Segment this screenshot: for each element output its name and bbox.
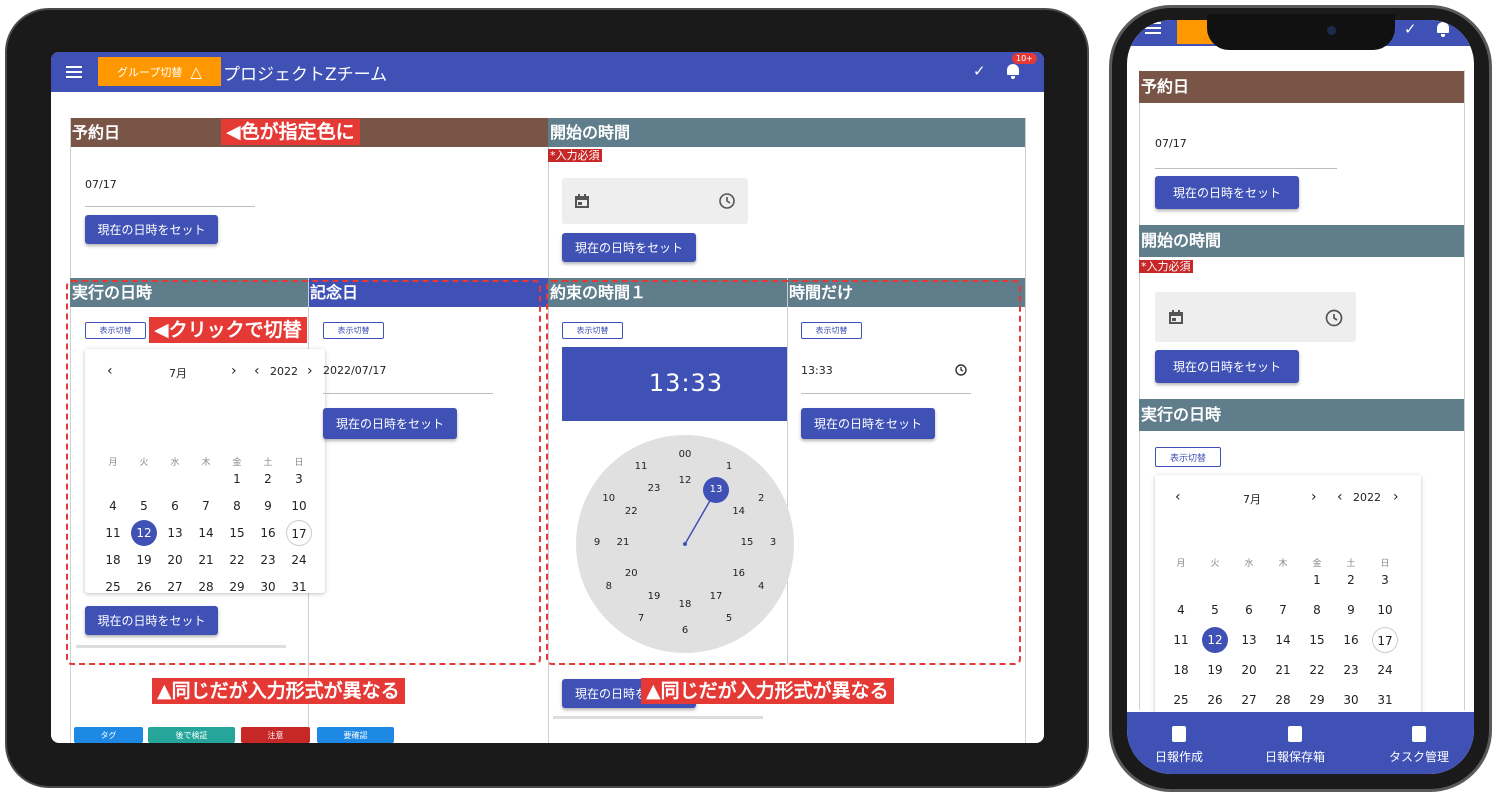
needs-check-button[interactable]: 要確認: [317, 727, 394, 743]
app-bar: グループ切替 △ プロジェクトZチーム ✓ 10+: [51, 52, 1044, 92]
phone-reserve-date-value[interactable]: 07/17: [1155, 137, 1187, 150]
calendar-day[interactable]: 19: [1202, 657, 1228, 683]
calendar-day[interactable]: 6: [1236, 597, 1262, 623]
calendar-day[interactable]: 14: [1270, 627, 1296, 653]
weekday-label: 火: [1210, 559, 1220, 569]
group-switch-label: グループ切替: [117, 65, 183, 79]
start-time-set-button[interactable]: 現在の日時をセット: [562, 233, 696, 262]
nav-label: 日報作成: [1154, 750, 1203, 764]
calendar-day[interactable]: 17: [1372, 627, 1398, 653]
calendar-day[interactable]: 4: [1168, 597, 1194, 623]
archive-icon: [1288, 726, 1302, 742]
calendar-day[interactable]: 5: [1202, 597, 1228, 623]
reserve-date-set-button[interactable]: 現在の日時をセット: [85, 215, 218, 244]
bell-icon[interactable]: [1436, 22, 1450, 37]
calendar-day[interactable]: 18: [1168, 657, 1194, 683]
tablet-screen: グループ切替 △ プロジェクトZチーム ✓ 10+ 予約日 開始の時間 07/1…: [51, 52, 1044, 743]
prev-month-icon[interactable]: ‹: [1175, 489, 1181, 505]
annotation-color-note: ◀色が指定色に: [221, 119, 360, 145]
calendar-day[interactable]: 27: [1236, 687, 1262, 713]
phone-start-set-button[interactable]: 現在の日時をセット: [1155, 350, 1299, 383]
caution-button[interactable]: 注意: [241, 727, 310, 743]
camera-icon: [1327, 26, 1336, 35]
prev-year-icon[interactable]: ‹: [1337, 489, 1343, 505]
phone-screen: ✓ 予約日 07/17 現在の日時をセット 開始の時間 *入力必須 現在の日時を…: [1127, 20, 1474, 774]
nav-task-management[interactable]: タスク管理: [1369, 712, 1469, 765]
annotation-box-right: [546, 280, 1021, 665]
required-label: *入力必須: [548, 149, 602, 162]
calendar-day[interactable]: 31: [1372, 687, 1398, 713]
annotation-same-right: ▲同じだが入力形式が異なる: [641, 678, 894, 704]
phone-section-title-start-time: 開始の時間: [1139, 225, 1464, 257]
month-label[interactable]: 7月: [1243, 491, 1261, 507]
calendar-icon[interactable]: [1168, 309, 1184, 325]
calendar-day[interactable]: 25: [1168, 687, 1194, 713]
nav-daily-report[interactable]: 日報作成: [1129, 712, 1229, 765]
weekday-label: 水: [1244, 559, 1254, 569]
phone-section-title-reserve-date: 予約日: [1139, 71, 1464, 103]
nav-label: 日報保存箱: [1264, 750, 1325, 764]
bottom-nav: 日報作成 日報保存箱 タスク管理: [1127, 712, 1474, 774]
check-icon[interactable]: ✓: [973, 62, 986, 80]
menu-icon[interactable]: [66, 66, 82, 78]
phone-exec-toggle-button[interactable]: 表示切替: [1155, 447, 1221, 467]
calendar-day[interactable]: 3: [1372, 567, 1398, 593]
note-add-icon: [1172, 726, 1186, 742]
next-year-icon[interactable]: ›: [1393, 489, 1399, 505]
nav-report-archive[interactable]: 日報保存箱: [1245, 712, 1345, 765]
calendar-day[interactable]: 15: [1304, 627, 1330, 653]
calendar-day[interactable]: 9: [1338, 597, 1364, 623]
phone-section-title-exec-datetime: 実行の日時: [1139, 399, 1464, 431]
calendar-day[interactable]: 10: [1372, 597, 1398, 623]
section-title-start-time: 開始の時間: [548, 118, 1025, 147]
annotation-click-note: ◀クリックで切替: [149, 317, 307, 343]
year-label[interactable]: 2022: [1353, 491, 1381, 504]
calendar-day[interactable]: 23: [1338, 657, 1364, 683]
bell-icon[interactable]: [1006, 64, 1020, 79]
reserve-date-value[interactable]: 07/17: [85, 178, 117, 191]
weekday-label: 月: [1176, 559, 1186, 569]
group-switch-button[interactable]: グループ切替 △: [98, 57, 221, 86]
menu-icon[interactable]: [1145, 22, 1161, 34]
calendar-day[interactable]: 24: [1372, 657, 1398, 683]
calendar-day[interactable]: 7: [1270, 597, 1296, 623]
calendar-day[interactable]: 21: [1270, 657, 1296, 683]
calendar-day[interactable]: 8: [1304, 597, 1330, 623]
weekday-label: 木: [1278, 559, 1288, 569]
next-month-icon[interactable]: ›: [1311, 489, 1317, 505]
calendar-day[interactable]: 16: [1338, 627, 1364, 653]
nav-label: タスク管理: [1388, 750, 1449, 764]
phone-reserve-set-button[interactable]: 現在の日時をセット: [1155, 176, 1299, 209]
clock-icon[interactable]: [719, 193, 735, 209]
calendar-day[interactable]: 20: [1236, 657, 1262, 683]
calendar-day[interactable]: 26: [1202, 687, 1228, 713]
calendar-day[interactable]: 11: [1168, 627, 1194, 653]
task-icon: [1412, 726, 1426, 742]
calendar-day[interactable]: 13: [1236, 627, 1262, 653]
phone-start-time-field[interactable]: [1155, 292, 1356, 342]
annotation-same-left: ▲同じだが入力形式が異なる: [152, 678, 405, 704]
calendar-icon[interactable]: [574, 193, 590, 209]
notification-badge: 10+: [1012, 53, 1037, 64]
app-title: プロジェクトZチーム: [223, 65, 388, 85]
calendar-day[interactable]: 1: [1304, 567, 1330, 593]
warning-icon: △: [190, 62, 202, 81]
calendar-day[interactable]: 29: [1304, 687, 1330, 713]
phone-notch: [1207, 14, 1395, 50]
clock-icon[interactable]: [1325, 309, 1343, 327]
start-time-field[interactable]: [562, 178, 748, 224]
calendar-day[interactable]: 12: [1202, 627, 1228, 653]
calendar-day[interactable]: 30: [1338, 687, 1364, 713]
calendar-day[interactable]: 22: [1304, 657, 1330, 683]
check-icon[interactable]: ✓: [1404, 20, 1417, 38]
verify-later-button[interactable]: 後で検証: [148, 727, 235, 743]
calendar-day[interactable]: 2: [1338, 567, 1364, 593]
phone-required-label: *入力必須: [1139, 260, 1193, 273]
tag-button[interactable]: タグ: [74, 727, 143, 743]
calendar-day[interactable]: 28: [1270, 687, 1296, 713]
phone-calendar-picker: ‹ 7月 › ‹ 2022 › 月火水木金土日 1 2 3 4 5 6 7 8 9 10 11 12 13 14 15 16…: [1155, 475, 1421, 725]
